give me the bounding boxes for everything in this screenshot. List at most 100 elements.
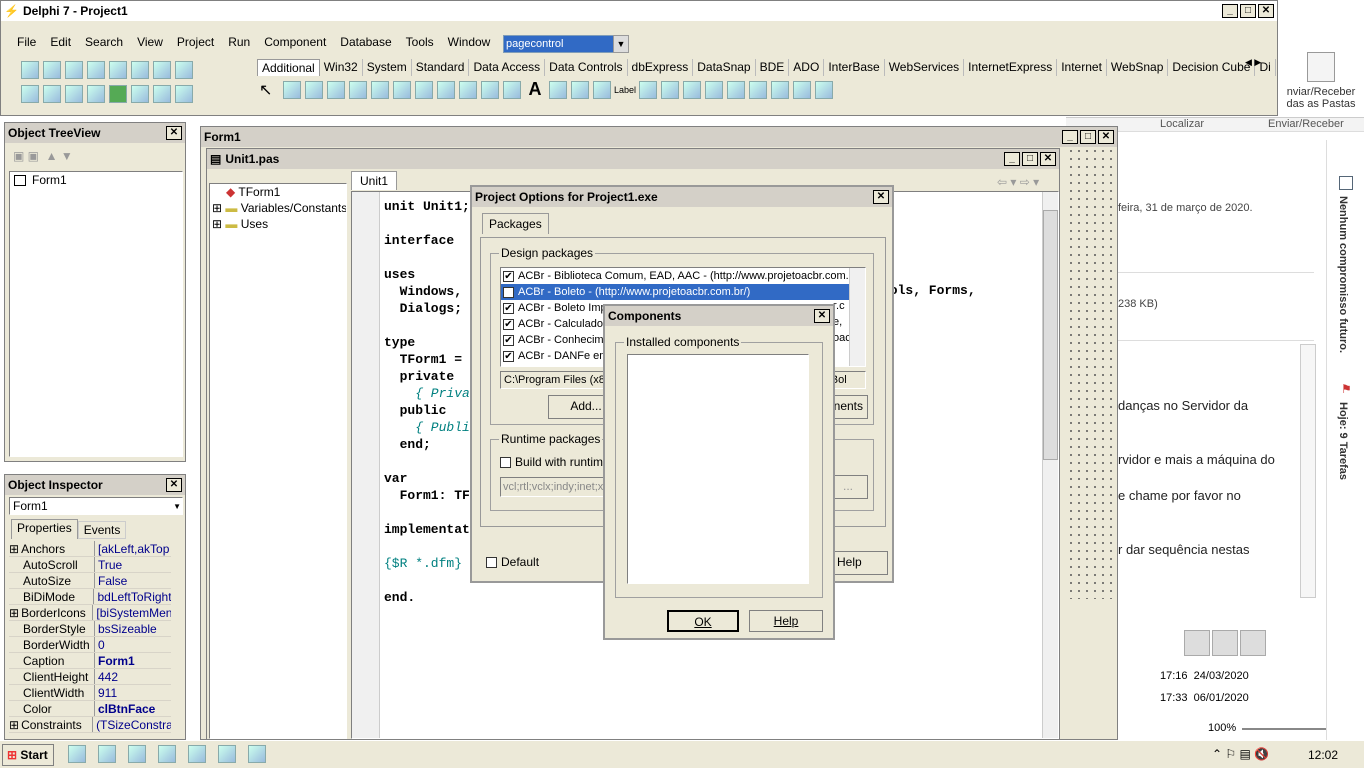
checkbox-checked-icon[interactable]: ✔ <box>503 318 514 330</box>
new-icon[interactable] <box>21 61 39 79</box>
mail-list-item[interactable]: 17:16 24/03/2020 <box>1160 670 1249 682</box>
mail-scrollbar[interactable] <box>1300 344 1316 598</box>
tree-node[interactable]: ⊞ ▬ Variables/Constants <box>210 200 346 216</box>
property-row[interactable]: BiDiMode bdLeftToRight <box>9 589 171 605</box>
menu-item[interactable]: View <box>130 35 170 49</box>
chevron-down-icon[interactable]: ▼ <box>613 35 629 53</box>
ie-icon[interactable] <box>128 745 146 763</box>
shape-icon[interactable] <box>415 80 433 99</box>
property-value[interactable]: Form1 <box>95 653 135 668</box>
chevron-down-icon[interactable]: ▼ <box>173 499 181 515</box>
property-value[interactable]: bdLeftToRight <box>94 589 171 604</box>
palette-tab[interactable]: System <box>363 59 412 76</box>
menu-item[interactable]: Run <box>221 35 257 49</box>
palette-tab[interactable]: Decision Cube <box>1168 59 1256 76</box>
view-unit-icon[interactable] <box>21 85 39 103</box>
mail-list-item[interactable]: 17:33 06/01/2020 <box>1160 692 1249 704</box>
checkbox-checked-icon[interactable]: ✔ <box>503 286 514 298</box>
palette-tab[interactable]: ADO <box>789 59 825 76</box>
maximize-button[interactable]: □ <box>1080 130 1096 144</box>
help-button[interactable]: Help <box>749 610 823 632</box>
window-icon[interactable] <box>98 745 116 763</box>
build-with-runtime-checkbox[interactable]: Build with runtime <box>500 455 610 469</box>
open-icon[interactable] <box>43 61 61 79</box>
standardcolormap-icon[interactable] <box>771 80 789 99</box>
statictext-icon[interactable]: A <box>523 79 547 100</box>
people-pane[interactable] <box>1184 630 1274 660</box>
close-button[interactable]: ✕ <box>166 126 182 140</box>
editor-scrollbar[interactable] <box>1042 192 1058 738</box>
toggle-form-unit-icon[interactable] <box>65 85 83 103</box>
valuelisteditor-icon[interactable] <box>593 80 611 99</box>
components-titlebar[interactable]: Components ✕ <box>605 306 833 326</box>
nav-arrows[interactable]: ⇦ ▾ ⇨ ▾ <box>997 175 1039 189</box>
property-row[interactable]: AutoScroll True <box>9 557 171 573</box>
treeview-tree[interactable]: Form1 <box>9 171 183 457</box>
bevel-icon[interactable] <box>437 80 455 99</box>
add-to-project-icon[interactable] <box>131 61 149 79</box>
palette-tab[interactable]: dbExpress <box>628 59 694 76</box>
property-row[interactable]: ⊞ Constraints (TSizeConstra <box>9 717 171 733</box>
tree-node[interactable]: ◆ TForm1 <box>210 184 346 200</box>
options-titlebar[interactable]: Project Options for Project1.exe ✕ <box>472 187 892 207</box>
property-row[interactable]: AutoSize False <box>9 573 171 589</box>
delphi-taskbar-icon[interactable] <box>248 745 266 763</box>
labelededit-icon[interactable]: Label <box>613 85 637 95</box>
palette-tab[interactable]: WebServices <box>885 59 965 76</box>
run-icon[interactable] <box>109 85 127 103</box>
property-row[interactable]: Color clBtnFace <box>9 701 171 717</box>
property-row[interactable]: ⊞ BorderIcons [biSystemMen <box>9 605 171 621</box>
palette-tab[interactable]: Standard <box>412 59 470 76</box>
checkbox-checked-icon[interactable]: ✔ <box>503 270 514 282</box>
actionmanager-icon[interactable] <box>683 80 701 99</box>
tree-node-form1[interactable]: Form1 <box>10 172 182 188</box>
help-icon[interactable] <box>175 61 193 79</box>
palette-tab[interactable]: BDE <box>756 59 790 76</box>
trace-into-icon[interactable] <box>153 85 171 103</box>
expand-icon[interactable]: ⊞ <box>212 217 222 231</box>
customizedlg-icon[interactable] <box>815 80 833 99</box>
expand-icon[interactable]: ⊞ <box>212 201 222 215</box>
save-icon[interactable] <box>65 61 83 79</box>
minimize-button[interactable]: _ <box>1004 152 1020 166</box>
package-item[interactable]: ✔ ACBr - Biblioteca Comum, EAD, AAC - (ht… <box>501 268 865 284</box>
close-button[interactable]: ✕ <box>1040 152 1056 166</box>
component-search-input[interactable] <box>503 35 615 53</box>
palette-tab[interactable]: WebSnap <box>1107 59 1169 76</box>
code-explorer[interactable]: ◆ TForm1 ⊞ ▬ Variables/Constants ⊞ ▬ Use… <box>209 183 347 739</box>
property-row[interactable]: ClientWidth 911 <box>9 685 171 701</box>
ok-button[interactable]: OK <box>667 610 739 632</box>
menu-item[interactable]: File <box>17 35 43 49</box>
colorbox-icon[interactable] <box>639 80 657 99</box>
checkbox-checked-icon[interactable]: ✔ <box>503 334 514 346</box>
property-value[interactable]: (TSizeConstra <box>93 717 171 732</box>
tree-node[interactable]: ⊞ ▬ Uses <box>210 216 346 232</box>
property-row[interactable]: BorderStyle bsSizeable <box>9 621 171 637</box>
installed-components-list[interactable] <box>627 354 809 584</box>
form1-titlebar[interactable]: Form1 _ □ ✕ <box>201 127 1117 147</box>
outlook-icon[interactable] <box>218 745 236 763</box>
runtime-packages-input[interactable]: vcl;rtl;vclx;indy;inet;xr <box>500 477 604 497</box>
splitter-icon[interactable] <box>503 80 521 99</box>
palette-tab[interactable]: Data Controls <box>545 59 628 76</box>
stringgrid-icon[interactable] <box>349 80 367 99</box>
new-form-icon[interactable] <box>87 85 105 103</box>
main-titlebar[interactable]: ⚡ Delphi 7 - Project1 _ □ ✕ <box>1 1 1277 21</box>
package-item[interactable]: ✔ ACBr - Boleto - (http://www.projetoacbr… <box>501 284 865 300</box>
chart-icon[interactable] <box>661 80 679 99</box>
default-checkbox[interactable]: Default <box>486 555 539 569</box>
twilightcolormap-icon[interactable] <box>793 80 811 99</box>
close-button[interactable]: ✕ <box>873 190 889 204</box>
palette-tab[interactable]: InterBase <box>824 59 885 76</box>
menu-item[interactable]: Window <box>441 35 498 49</box>
tab-unit1[interactable]: Unit1 <box>351 171 398 190</box>
property-value[interactable]: 0 <box>95 637 105 652</box>
pointer-icon[interactable]: ↖ <box>259 80 281 100</box>
drawgrid-icon[interactable] <box>371 80 389 99</box>
pause-icon[interactable] <box>131 85 149 103</box>
bitbtn-icon[interactable] <box>283 80 301 99</box>
maximize-button[interactable]: □ <box>1022 152 1038 166</box>
property-value[interactable]: clBtnFace <box>95 701 155 716</box>
actiontoolbar-icon[interactable] <box>727 80 745 99</box>
property-value[interactable]: False <box>95 573 127 588</box>
